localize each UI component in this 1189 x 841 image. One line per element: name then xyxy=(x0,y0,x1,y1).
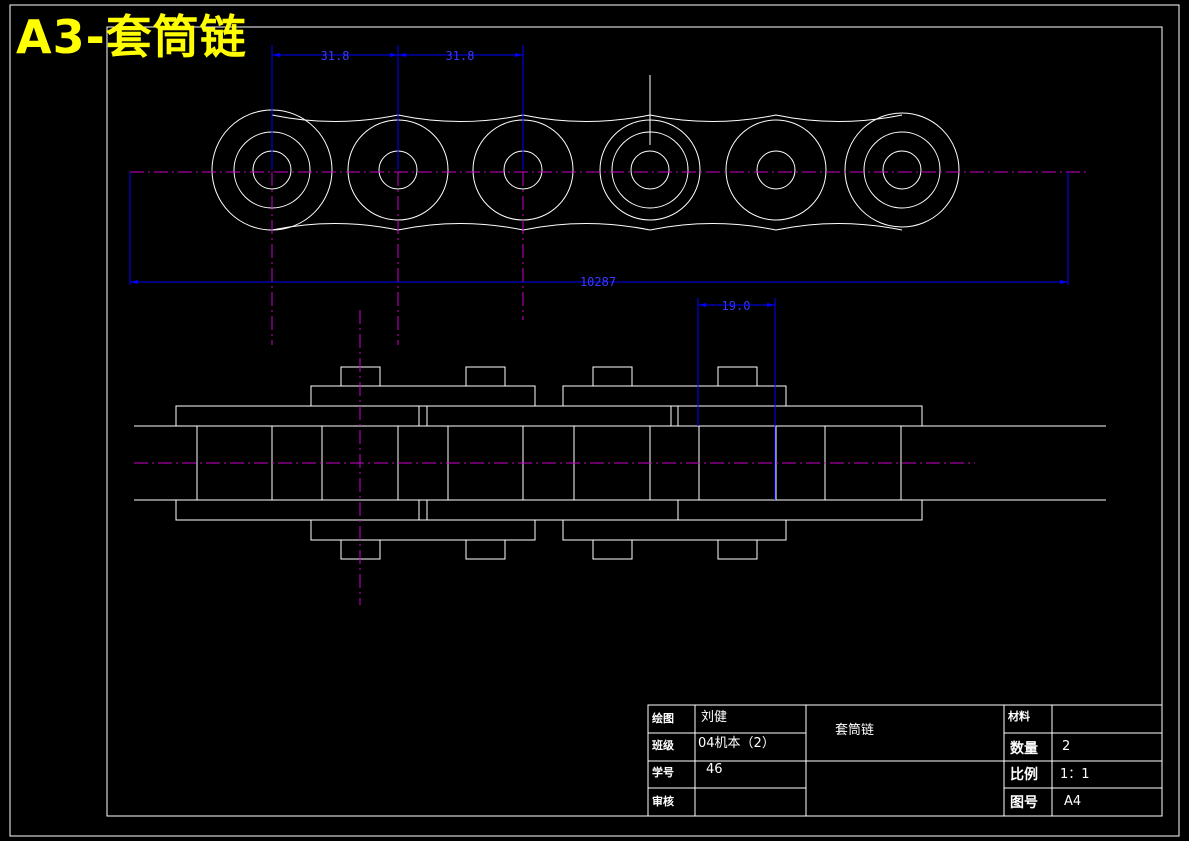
scale-label: 比例 xyxy=(1010,767,1038,783)
dim-pitch-left: 31.8 xyxy=(321,49,350,63)
roller-outer-5 xyxy=(725,119,827,221)
top-dimensions xyxy=(697,298,776,500)
front-centerlines xyxy=(130,100,1090,345)
roller-mid-6 xyxy=(863,131,941,209)
dim-pitch-right: 31.8 xyxy=(446,49,475,63)
roller-outer-6 xyxy=(844,112,960,228)
student-no-label: 学号 xyxy=(652,766,674,779)
class-value: 04机本（2） xyxy=(698,736,775,751)
link-outline-bottom xyxy=(271,223,903,231)
pin-hole-5 xyxy=(756,150,796,190)
material-label: 材料 xyxy=(1008,710,1030,723)
scale-value: 1：1 xyxy=(1060,767,1090,782)
drawn-by-value: 刘健 xyxy=(701,710,728,725)
dim-inner-width: 19.0 xyxy=(722,299,751,313)
pin-hole-6 xyxy=(882,150,922,190)
dimension-arrows xyxy=(130,53,1068,307)
front-view xyxy=(211,75,960,231)
review-label: 审核 xyxy=(652,795,674,808)
quantity-label: 数量 xyxy=(1010,741,1038,757)
sheet-value: A4 xyxy=(1064,794,1082,809)
drawn-by-label: 绘图 xyxy=(652,712,674,725)
inner-border xyxy=(106,26,1163,817)
drawing-title: A3-套筒链 xyxy=(16,10,247,64)
part-name: 套筒链 xyxy=(835,723,875,738)
quantity-value: 2 xyxy=(1062,739,1071,754)
dim-overall-length: 10287 xyxy=(580,275,616,289)
sheet-label: 图号 xyxy=(1010,795,1038,811)
class-label: 班级 xyxy=(652,739,674,752)
pin-hole-4 xyxy=(630,150,670,190)
top-centerlines xyxy=(134,310,975,605)
student-no-value: 46 xyxy=(706,762,723,777)
link-outline-top xyxy=(271,114,903,122)
front-dimensions xyxy=(129,45,1069,285)
